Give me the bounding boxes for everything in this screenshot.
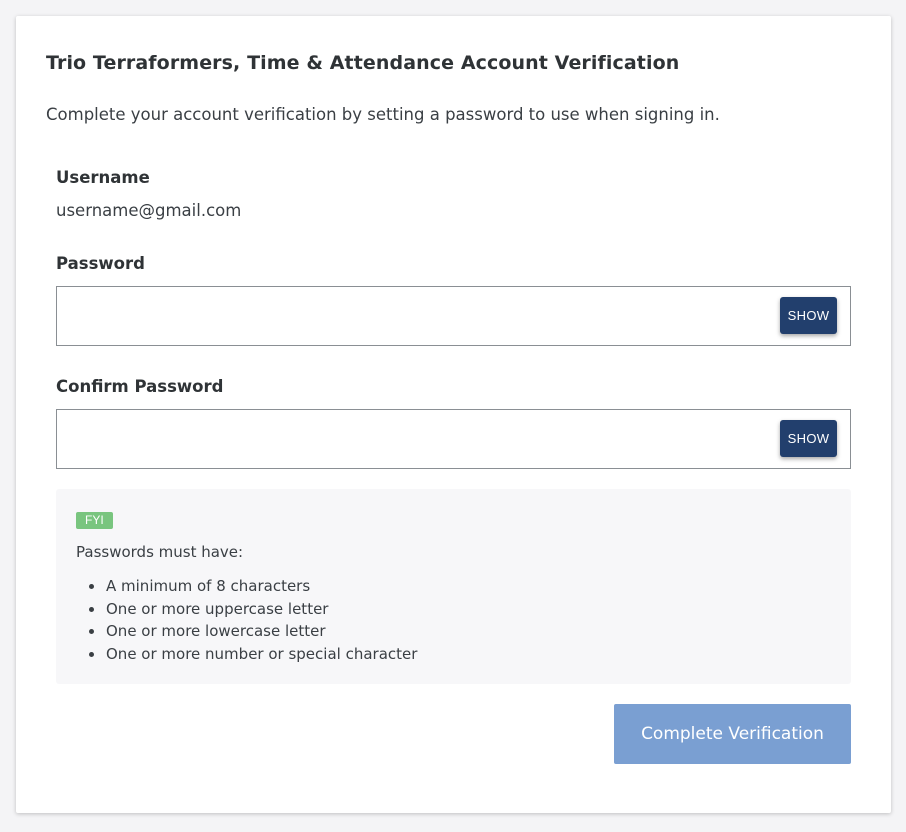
password-field: SHOW (56, 286, 851, 346)
page-subtitle: Complete your account verification by se… (46, 105, 720, 124)
password-label: Password (56, 254, 145, 273)
requirement-text: One or more number or special character (106, 644, 418, 663)
requirement-item: One or more number or special character (76, 643, 417, 666)
show-password-button[interactable]: SHOW (780, 297, 837, 334)
requirement-text: One or more uppercase letter (106, 599, 329, 618)
requirement-text: One or more lowercase letter (106, 622, 326, 640)
password-requirements-panel: FYI Passwords must have: A minimum of 8 … (56, 489, 851, 684)
bullet-icon (89, 606, 94, 612)
fyi-badge: FYI (76, 512, 113, 529)
bullet-icon (89, 629, 94, 634)
requirement-item: One or more lowercase letter (76, 620, 417, 643)
requirement-item: One or more uppercase letter (76, 598, 417, 621)
bullet-icon (89, 584, 94, 589)
requirements-intro: Passwords must have: (76, 543, 244, 561)
show-confirm-password-button[interactable]: SHOW (780, 420, 837, 457)
bullet-icon (89, 651, 94, 657)
confirm-password-field: SHOW (56, 409, 851, 469)
password-input[interactable] (57, 287, 767, 345)
complete-verification-button[interactable]: Complete Verification (614, 704, 851, 764)
username-value: username@gmail.com (56, 201, 242, 220)
verification-card: Trio Terraformers, Time & Attendance Acc… (16, 16, 891, 813)
page-title: Trio Terraformers, Time & Attendance Acc… (46, 52, 680, 74)
requirement-text: A minimum of 8 characters (106, 577, 311, 595)
confirm-password-label: Confirm Password (56, 377, 224, 396)
requirement-item: A minimum of 8 characters (76, 575, 417, 598)
requirements-list: A minimum of 8 characters One or more up… (76, 575, 417, 665)
confirm-password-input[interactable] (57, 410, 767, 468)
username-label: Username (56, 168, 150, 187)
